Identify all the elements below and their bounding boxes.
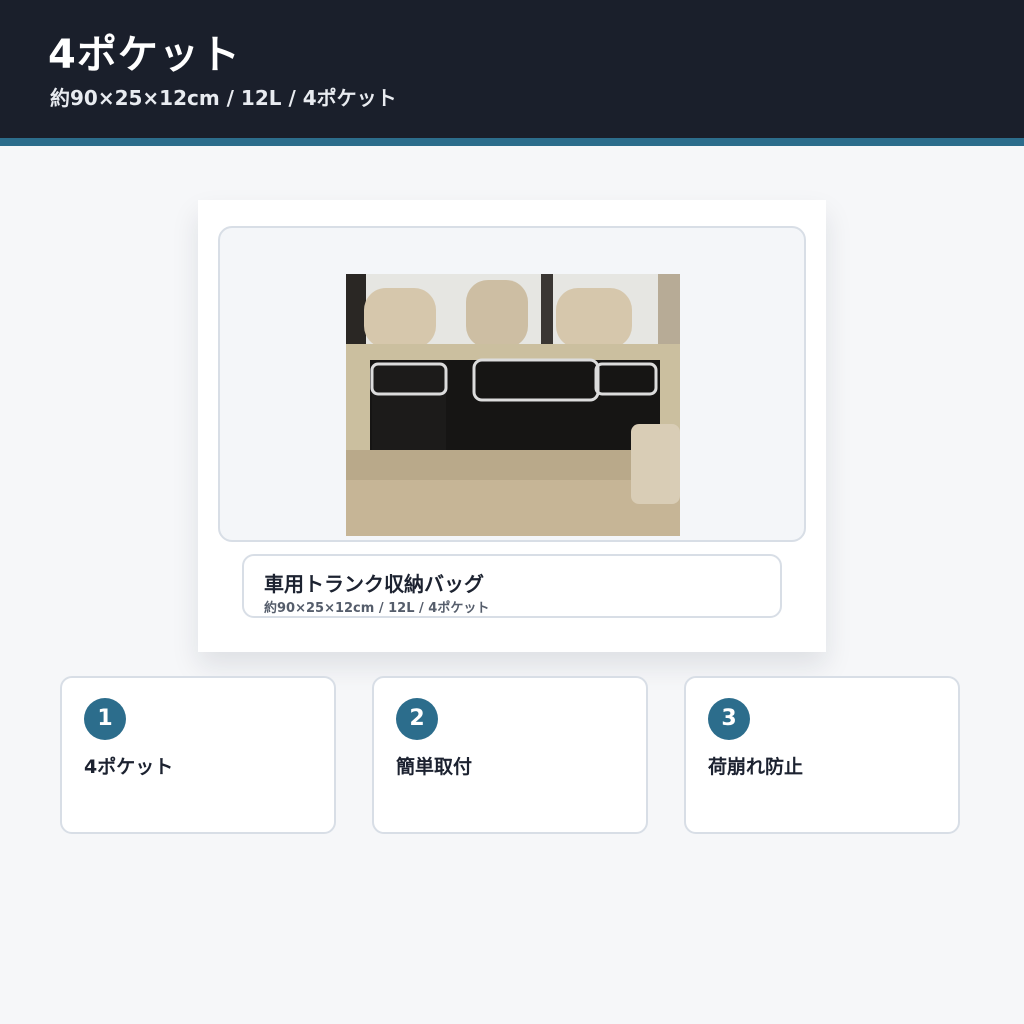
product-label: 車用トランク収納バッグ 約90×25×12cm / 12L / 4ポケット <box>242 554 782 618</box>
feature-title: 荷崩れ防止 <box>708 756 804 778</box>
feature-number-badge: 3 <box>708 698 750 740</box>
accent-bar <box>0 138 1024 146</box>
feature-number-badge: 1 <box>84 698 126 740</box>
page-header: 4ポケット 約90×25×12cm / 12L / 4ポケット <box>0 0 1024 138</box>
product-card: 車用トランク収納バッグ 約90×25×12cm / 12L / 4ポケット <box>198 200 826 652</box>
feature-number-badge: 2 <box>396 698 438 740</box>
product-photo <box>346 274 680 536</box>
feature-title: 簡単取付 <box>396 756 473 778</box>
product-specs: 約90×25×12cm / 12L / 4ポケット <box>264 601 490 616</box>
page-subtitle: 約90×25×12cm / 12L / 4ポケット <box>50 86 397 110</box>
feature-card-2: 2 簡単取付 <box>372 676 648 834</box>
feature-title: 4ポケット <box>84 756 174 778</box>
page-title: 4ポケット <box>48 32 241 78</box>
product-image-frame <box>218 226 806 542</box>
product-name: 車用トランク収納バッグ <box>264 572 484 596</box>
feature-card-1: 1 4ポケット <box>60 676 336 834</box>
feature-card-3: 3 荷崩れ防止 <box>684 676 960 834</box>
